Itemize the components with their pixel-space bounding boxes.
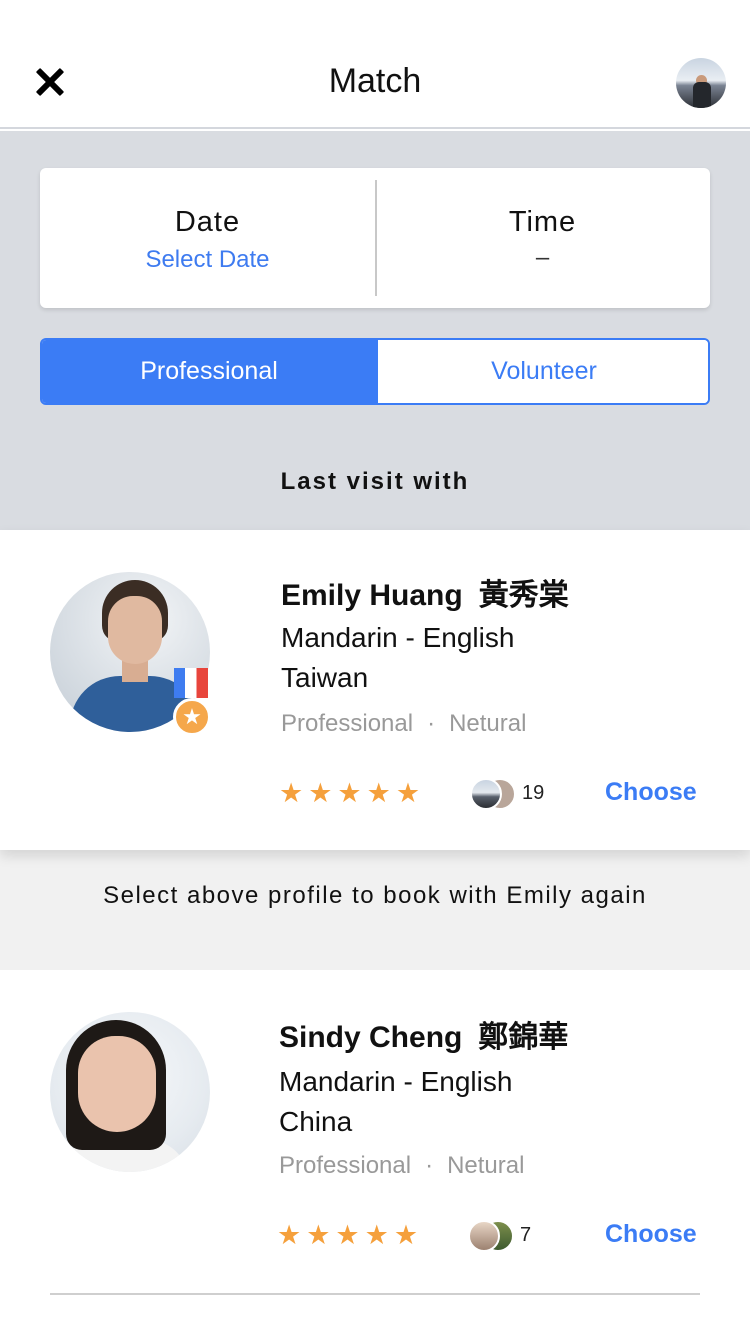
visit-count: 19 <box>522 782 545 804</box>
medal-ribbon <box>174 668 208 698</box>
visit-count: 7 <box>520 1224 532 1246</box>
profile-accent: Netural <box>447 1152 525 1179</box>
name-en: Sindy Cheng <box>279 1021 463 1054</box>
section-label: Last visit with <box>280 468 470 495</box>
choose-button[interactable]: Choose <box>605 1220 697 1249</box>
rating-stars: ★★★★★ <box>279 778 426 808</box>
medal-icon: ★ <box>172 668 212 736</box>
separator-dot: · <box>427 710 436 737</box>
user-avatar[interactable] <box>676 58 726 108</box>
choose-button[interactable]: Choose <box>605 778 697 807</box>
separator-dot: · <box>425 1152 434 1179</box>
time-label: Time <box>508 206 577 238</box>
visitor-avatars <box>468 1220 514 1252</box>
profile-region: China <box>279 1106 353 1137</box>
rebook-hint: Select above profile to book with Emily … <box>103 882 647 909</box>
photo-face <box>108 596 162 664</box>
header: Match <box>0 0 750 129</box>
name-en: Emily Huang <box>281 579 463 612</box>
divider <box>50 1293 700 1295</box>
date-value[interactable]: Select Date <box>40 246 375 274</box>
profile-languages: Mandarin - English <box>281 622 515 653</box>
profile-photo <box>50 1012 210 1172</box>
time-value[interactable]: – <box>375 244 710 272</box>
datetime-card: Date Select Date Time – <box>40 168 710 308</box>
visitor-avatars <box>470 778 516 810</box>
profile-name: Emily Huang 黃秀棠 <box>281 570 569 614</box>
hint-band: Select above profile to book with Emily … <box>0 850 750 970</box>
profile-meta: Professional · Netural <box>281 710 526 738</box>
name-cn: 鄭錦華 <box>478 1021 569 1054</box>
profile-name: Sindy Cheng 鄭錦華 <box>279 1012 568 1056</box>
time-selector[interactable]: Time – <box>375 168 710 308</box>
tab-professional[interactable]: Professional <box>42 340 376 403</box>
date-label: Date <box>174 206 241 238</box>
profile-region: Taiwan <box>281 662 369 693</box>
mini-avatar <box>468 1220 500 1252</box>
avatar-body <box>693 82 711 108</box>
rating-stars: ★★★★★ <box>277 1220 424 1250</box>
date-selector[interactable]: Date Select Date <box>40 168 375 308</box>
tab-volunteer[interactable]: Volunteer <box>376 340 708 403</box>
profile-type: Professional <box>281 710 414 737</box>
profile-accent: Netural <box>449 710 527 737</box>
profile-meta: Professional · Netural <box>279 1152 524 1180</box>
profile-card[interactable]: Sindy Cheng 鄭錦華 Mandarin - English China … <box>0 970 750 1334</box>
profile-card[interactable]: ★ Emily Huang 黃秀棠 Mandarin - English Taiw… <box>0 530 750 850</box>
profile-languages: Mandarin - English <box>279 1066 513 1097</box>
photo-face <box>78 1036 156 1132</box>
name-cn: 黃秀棠 <box>478 579 569 612</box>
mini-avatar <box>470 778 502 810</box>
profile-type: Professional <box>279 1152 412 1179</box>
page-title: Match <box>328 62 422 100</box>
type-segmented-control: Professional Volunteer <box>40 338 710 405</box>
medal-star-icon: ★ <box>173 698 211 736</box>
filter-area: Date Select Date Time – Professional Vol… <box>0 131 750 530</box>
